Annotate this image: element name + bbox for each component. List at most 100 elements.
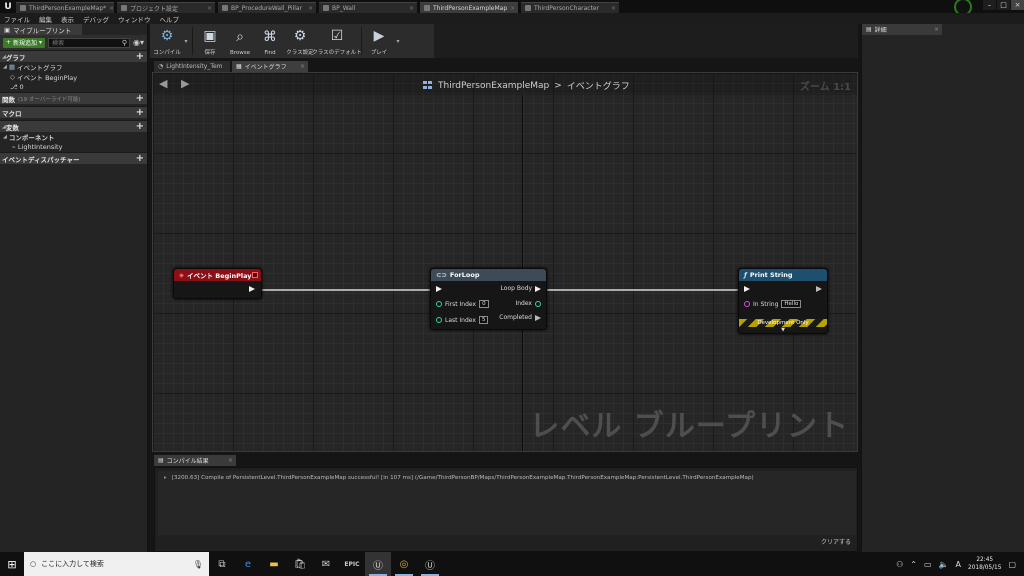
loop-body-exec-pin[interactable] xyxy=(535,285,541,292)
menu-edit[interactable]: 編集 xyxy=(39,14,52,24)
unreal-engine-taskbar-icon[interactable]: Ⓤ xyxy=(417,552,443,576)
menu-view[interactable]: 表示 xyxy=(61,14,74,24)
doc-tab-3[interactable]: BP_Wall × xyxy=(319,2,417,13)
add-dispatcher-plus-icon[interactable]: + xyxy=(136,153,144,165)
tree-item-begin-play[interactable]: ◇ イベント BeginPlay xyxy=(0,72,147,82)
exec-out-pin[interactable] xyxy=(249,286,255,292)
browse-button[interactable]: ⌕ Browse xyxy=(225,24,255,58)
last-index-pin[interactable] xyxy=(436,317,442,323)
windows-start-icon[interactable]: ⊞ xyxy=(0,552,24,576)
tab-light-intensity-timeline[interactable]: ◔ LightIntensity_Tem xyxy=(154,61,230,72)
ime-icon[interactable]: A xyxy=(956,560,961,569)
tab-event-graph[interactable]: ▦ イベントグラフ × xyxy=(232,61,308,72)
microphone-icon[interactable]: 🎙 xyxy=(193,560,203,569)
add-function-plus-icon[interactable]: + xyxy=(136,93,144,105)
chrome-icon[interactable]: ◎ xyxy=(391,552,417,576)
find-button[interactable]: ⌘ Find xyxy=(255,24,285,58)
exec-in-pin[interactable] xyxy=(744,286,750,292)
close-icon[interactable]: × xyxy=(300,63,305,70)
menu-window[interactable]: ウィンドウ xyxy=(118,14,151,24)
in-string-value-input[interactable]: Hello xyxy=(781,300,802,308)
compile-log-line[interactable]: [3200.63] Compile of PersistentLevel.Thi… xyxy=(172,475,754,481)
exec-out-pin[interactable] xyxy=(816,286,822,292)
mail-icon[interactable]: ✉ xyxy=(313,552,339,576)
close-icon[interactable]: × xyxy=(409,5,414,12)
in-string-pin[interactable] xyxy=(744,301,750,307)
unreal-editor-taskbar-icon[interactable]: Ⓤ xyxy=(365,552,391,576)
doc-tab-0[interactable]: ThirdPersonExampleMap* × xyxy=(16,2,114,13)
class-settings-button[interactable]: ⚙ クラス設定 xyxy=(285,24,315,58)
toolbar-divider xyxy=(361,27,362,55)
menu-help[interactable]: ヘルプ xyxy=(160,14,180,24)
view-options-eye-icon[interactable]: ◉▾ xyxy=(133,38,144,47)
close-icon[interactable]: × xyxy=(934,26,939,33)
close-window-button[interactable]: × xyxy=(1011,0,1024,10)
expand-triangle-icon[interactable]: ▸ xyxy=(164,475,167,481)
node-print-string[interactable]: ƒ Print String In String Hello Developmen… xyxy=(738,268,828,334)
compile-button[interactable]: ⚙ コンパイル xyxy=(152,24,182,58)
event-graph-canvas[interactable]: ◀ ▶ ThirdPersonExampleMap > イベントグラフ ズーム … xyxy=(152,72,858,452)
last-index-value-input[interactable]: 5 xyxy=(478,316,489,324)
index-out-pin[interactable] xyxy=(535,300,541,307)
close-icon[interactable]: × xyxy=(308,5,313,12)
close-icon[interactable]: × xyxy=(510,5,515,12)
file-explorer-icon[interactable]: ▬ xyxy=(261,552,287,576)
completed-exec-pin[interactable] xyxy=(535,314,541,321)
add-macro-plus-icon[interactable]: + xyxy=(136,107,144,119)
add-graph-plus-icon[interactable]: + xyxy=(136,51,144,63)
variables-section-header[interactable]: ◢ 変数 + xyxy=(0,120,147,132)
doc-tab-1[interactable]: プロジェクト設定 × xyxy=(117,2,215,13)
compile-options-dropdown[interactable]: ▾ xyxy=(182,24,190,58)
search-input[interactable]: 検索 ⚲ xyxy=(48,37,130,48)
light-intensity-label: LightIntensity xyxy=(17,143,63,151)
exec-in-pin[interactable] xyxy=(436,286,442,292)
doc-tab-4[interactable]: ThirdPersonExampleMap × xyxy=(420,2,518,13)
first-index-value-input[interactable]: 0 xyxy=(479,300,489,308)
close-icon[interactable]: × xyxy=(228,457,233,464)
add-new-button[interactable]: + 新規追加 ▾ xyxy=(3,37,46,48)
clear-results-button[interactable]: クリアする xyxy=(821,537,851,546)
dispatchers-section-header[interactable]: イベントディスパッチャー + xyxy=(0,152,147,164)
show-hidden-icons-chevron-icon[interactable]: ⌃ xyxy=(910,560,917,569)
close-icon[interactable]: × xyxy=(109,5,114,12)
close-icon[interactable]: × xyxy=(207,5,212,12)
details-tab[interactable]: ▤ 詳細 × xyxy=(862,24,942,35)
compile-results-tab[interactable]: ▤ コンパイル結果 × xyxy=(154,455,236,466)
maximize-button[interactable]: □ xyxy=(997,0,1010,10)
node-event-begin-play[interactable]: ◈ イベント BeginPlay xyxy=(173,268,262,299)
epic-games-launcher-icon[interactable]: EPIC xyxy=(339,552,365,576)
edge-browser-icon[interactable]: e xyxy=(235,552,261,576)
people-icon[interactable]: ⚇ xyxy=(896,560,903,569)
close-icon[interactable]: × xyxy=(611,5,616,12)
macros-section-header[interactable]: マクロ + xyxy=(0,106,147,118)
doc-tab-5[interactable]: ThirdPersonCharacter × xyxy=(521,2,619,13)
minimize-button[interactable]: – xyxy=(983,0,996,10)
save-button[interactable]: ▣ 保存 xyxy=(195,24,225,58)
delegate-pin-icon[interactable] xyxy=(252,272,258,278)
local-zero-label: 0 xyxy=(19,83,24,91)
first-index-pin[interactable] xyxy=(436,301,442,307)
graphs-section-header[interactable]: ◢ グラフ + xyxy=(0,50,147,62)
notification-icon[interactable]: ▢ xyxy=(1008,560,1016,569)
functions-section-header[interactable]: 関数 (19 オーバーライド可能) + xyxy=(0,92,147,104)
play-options-dropdown[interactable]: ▾ xyxy=(394,24,402,58)
expand-advanced-arrow-icon[interactable]: ▼ xyxy=(781,327,785,333)
menu-debug[interactable]: デバッグ xyxy=(83,14,109,24)
node-for-loop[interactable]: ⊂⊃ ForLoop Loop Body First Index 0 Index … xyxy=(430,268,547,330)
taskbar-search-input[interactable]: ○ ここに入力して検索 🎙 xyxy=(24,552,209,576)
tree-item-light-intensity[interactable]: ⌁ LightIntensity xyxy=(0,142,147,152)
doc-tab-2[interactable]: BP_ProcedureWall_Pillar × xyxy=(218,2,316,13)
tree-item-local-zero[interactable]: ⎇ 0 xyxy=(0,82,147,92)
network-icon[interactable]: ▭ xyxy=(924,560,932,569)
play-button[interactable]: ▶ プレイ xyxy=(364,24,394,58)
taskbar-clock[interactable]: 22:45 2018/05/15 xyxy=(968,556,1001,572)
tree-item-components[interactable]: ◢ コンポーネント xyxy=(0,132,147,142)
volume-icon[interactable]: 🔈 xyxy=(939,560,949,569)
menu-file[interactable]: ファイル xyxy=(4,14,30,24)
my-blueprint-tab[interactable]: ▣ マイブループリント xyxy=(0,24,82,35)
class-defaults-button[interactable]: ☑ クラスのデフォルト xyxy=(312,24,361,58)
task-view-icon[interactable]: ⧉ xyxy=(209,552,235,576)
add-variable-plus-icon[interactable]: + xyxy=(136,121,144,133)
store-icon[interactable]: 🛍 xyxy=(287,552,313,576)
tree-item-event-graph[interactable]: ◢ ▦ イベントグラフ xyxy=(0,62,147,72)
